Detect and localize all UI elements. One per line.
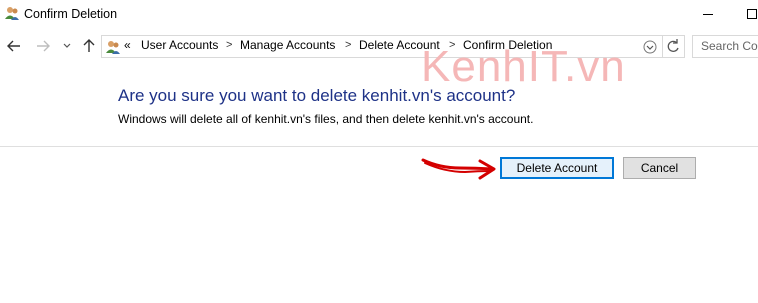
breadcrumb-separator-icon[interactable]: >: [345, 39, 351, 51]
user-accounts-icon: [5, 7, 19, 20]
search-box[interactable]: Search Con: [692, 35, 758, 58]
chevron-down-icon: [643, 40, 657, 54]
chevron-down-icon: [63, 43, 71, 48]
title-bar: Confirm Deletion: [0, 0, 758, 30]
breadcrumb-manage-accounts[interactable]: Manage Accounts: [240, 38, 335, 52]
up-button[interactable]: [79, 37, 99, 55]
navigation-bar: « User Accounts > Manage Accounts > Dele…: [0, 30, 758, 62]
divider: [0, 146, 758, 147]
recent-locations-button[interactable]: [61, 37, 73, 55]
forward-arrow-icon: [37, 40, 50, 52]
window-title: Confirm Deletion: [24, 7, 118, 21]
minimize-button[interactable]: [690, 0, 726, 30]
maximize-button[interactable]: [738, 0, 758, 30]
forward-button[interactable]: [33, 37, 53, 55]
confirm-heading: Are you sure you want to delete kenhit.v…: [118, 86, 516, 105]
address-separator: [662, 36, 663, 57]
watermark: KenhIT.vn: [421, 42, 626, 91]
refresh-icon: [667, 39, 679, 52]
address-dropdown-button[interactable]: [642, 40, 658, 54]
back-button[interactable]: [4, 37, 24, 55]
cancel-button[interactable]: Cancel: [623, 157, 696, 179]
up-arrow-icon: [83, 39, 95, 52]
back-arrow-icon: [7, 40, 20, 52]
breadcrumb-separator-icon[interactable]: >: [226, 39, 232, 51]
breadcrumb-user-accounts[interactable]: User Accounts: [141, 38, 218, 52]
refresh-button[interactable]: [664, 38, 682, 55]
breadcrumb-overflow[interactable]: «: [124, 38, 131, 52]
search-placeholder: Search Con: [701, 39, 758, 53]
delete-account-button[interactable]: Delete Account: [500, 157, 614, 179]
user-accounts-icon: [106, 41, 120, 54]
confirm-description: Windows will delete all of kenhit.vn's f…: [118, 112, 534, 126]
annotation-arrow-icon: [421, 158, 496, 180]
